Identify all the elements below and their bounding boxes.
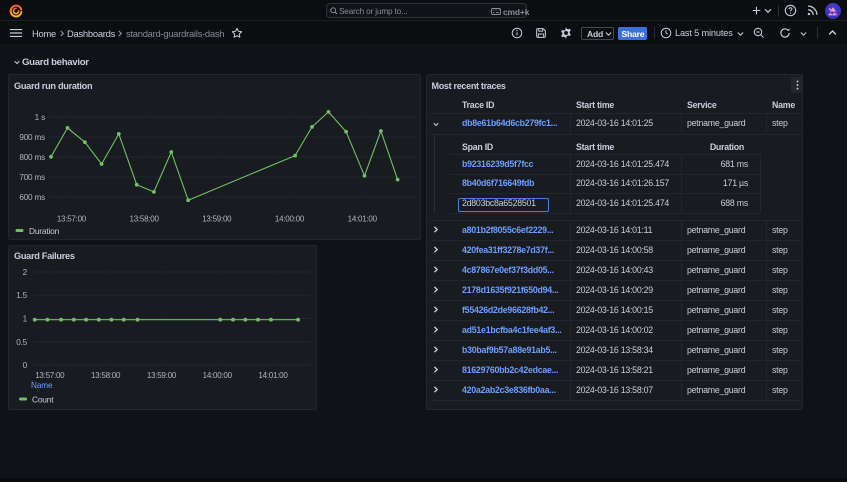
svg-text:1: 1 xyxy=(23,315,28,324)
svg-text:900 ms: 900 ms xyxy=(19,133,45,142)
svg-text:Count: Count xyxy=(32,394,54,404)
svg-text:0.5: 0.5 xyxy=(16,338,27,347)
svg-text:800 ms: 800 ms xyxy=(19,153,45,162)
svg-text:14:01:00: 14:01:00 xyxy=(348,215,378,224)
svg-text:700 ms: 700 ms xyxy=(19,173,45,182)
svg-text:13:59:00: 13:59:00 xyxy=(202,215,232,224)
svg-text:1 s: 1 s xyxy=(35,113,45,122)
svg-text:1.5: 1.5 xyxy=(16,291,27,300)
svg-text:14:00:00: 14:00:00 xyxy=(203,371,233,380)
svg-text:0: 0 xyxy=(23,361,28,370)
svg-text:14:01:00: 14:01:00 xyxy=(258,371,288,380)
svg-text:600 ms: 600 ms xyxy=(19,193,45,202)
svg-text:14:00:00: 14:00:00 xyxy=(275,215,305,224)
svg-text:Name: Name xyxy=(31,381,53,390)
svg-text:13:57:00: 13:57:00 xyxy=(57,215,87,224)
svg-text:13:59:00: 13:59:00 xyxy=(147,371,177,380)
svg-text:13:58:00: 13:58:00 xyxy=(91,371,121,380)
svg-text:Duration: Duration xyxy=(29,226,60,236)
svg-text:13:57:00: 13:57:00 xyxy=(35,371,65,380)
svg-text:2: 2 xyxy=(23,268,28,277)
svg-text:13:58:00: 13:58:00 xyxy=(130,215,160,224)
